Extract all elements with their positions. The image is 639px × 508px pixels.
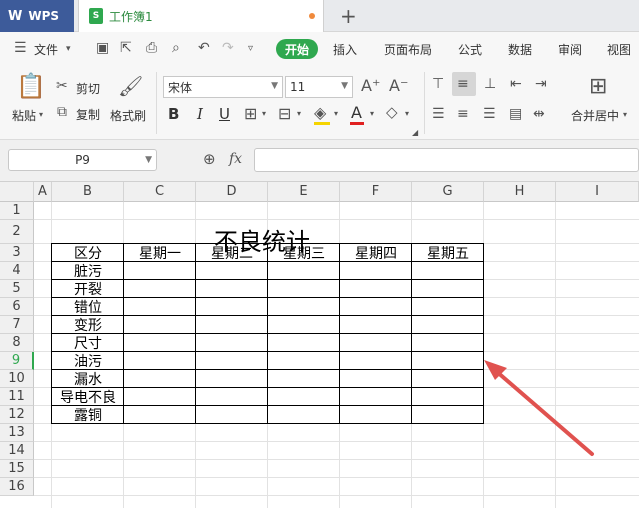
wps-logo-icon: W (8, 8, 23, 24)
font-color-swatch (350, 122, 364, 125)
menu-bar: ☰ 文件 ▾ ▣ ⇱ ⎙ ⌕ ↶ ↷ ▿ 开始 插入 页面布局 公式 数据 审阅… (0, 32, 639, 66)
paste-button[interactable]: 粘贴 (12, 107, 36, 124)
menu-tab-data[interactable]: 数据 (508, 41, 532, 58)
export-icon[interactable]: ⇱ (120, 40, 132, 56)
distributed-align-icon[interactable]: ⇹ (533, 106, 545, 122)
menu-tab-formulas[interactable]: 公式 (458, 41, 482, 58)
copy-icon[interactable]: ⧉ (57, 104, 67, 120)
wps-home-tab[interactable]: W WPS (0, 0, 74, 32)
font-color-dropdown-icon[interactable]: ▾ (370, 109, 374, 118)
underline-button[interactable]: U (219, 105, 230, 123)
redo-icon[interactable]: ↷ (222, 40, 234, 56)
font-dialog-launcher-icon[interactable]: ◢ (412, 128, 418, 137)
new-tab-button[interactable]: + (340, 4, 357, 28)
menu-tab-home[interactable]: 开始 (276, 39, 318, 59)
ribbon-separator (156, 72, 157, 134)
ribbon-separator (424, 72, 425, 134)
decrease-font-icon[interactable]: A⁻ (389, 76, 408, 95)
align-right-icon[interactable]: ☰ (483, 106, 496, 122)
menu-tab-review[interactable]: 审阅 (558, 41, 582, 58)
align-top-icon[interactable]: ⊤ (432, 76, 444, 92)
italic-button[interactable]: I (197, 105, 203, 123)
cut-button[interactable]: 剪切 (76, 80, 100, 97)
font-name-select[interactable]: 宋体 ▼ (163, 76, 283, 98)
chevron-down-icon: ▼ (341, 81, 348, 91)
format-painter-button[interactable]: 格式刷 (110, 107, 146, 124)
font-size-value: 11 (290, 80, 306, 94)
menu-tab-view[interactable]: 视图 (607, 41, 631, 58)
undo-icon[interactable]: ↶ (198, 40, 210, 56)
format-painter-icon[interactable]: 🖌 (118, 74, 143, 98)
file-dropdown-icon[interactable]: ▾ (66, 44, 71, 54)
clear-format-dropdown-icon[interactable]: ▾ (405, 109, 409, 118)
paste-dropdown-icon[interactable]: ▾ (39, 110, 43, 119)
document-tab[interactable]: S 工作簿1 (78, 0, 324, 32)
align-left-icon[interactable]: ☰ (432, 106, 445, 122)
menu-tab-insert[interactable]: 插入 (333, 41, 357, 58)
fill-color-dropdown-icon[interactable]: ▾ (334, 109, 338, 118)
menu-tab-page-layout[interactable]: 页面布局 (384, 41, 432, 58)
increase-font-icon[interactable]: A⁺ (361, 76, 380, 95)
print-icon[interactable]: ⎙ (146, 40, 157, 56)
unsaved-dot-icon (309, 13, 315, 19)
conditional-format-dropdown-icon[interactable]: ▾ (297, 109, 301, 118)
zoom-icon[interactable]: ⊕ (203, 150, 216, 168)
file-menu[interactable]: 文件 (34, 41, 58, 58)
chevron-down-icon: ▼ (145, 155, 152, 165)
chevron-down-icon: ▼ (271, 81, 278, 91)
decrease-indent-icon[interactable]: ⇤ (510, 76, 522, 92)
spreadsheet-doc-icon: S (89, 8, 103, 24)
font-name-value: 宋体 (168, 80, 193, 95)
ribbon-toolbar: 📋 粘贴 ▾ ✂ 剪切 ⧉ 复制 🖌 格式刷 宋体 ▼ 11 ▼ A⁺ A⁻ B… (0, 66, 639, 140)
function-fx-button[interactable]: fx (229, 151, 242, 167)
copy-button[interactable]: 复制 (76, 106, 100, 123)
font-color-icon[interactable]: A (351, 103, 362, 122)
borders-dropdown-icon[interactable]: ▾ (262, 109, 266, 118)
fill-color-icon[interactable]: ◈ (314, 103, 326, 122)
title-bar: W WPS S 工作簿1 + (0, 0, 639, 32)
conditional-format-icon[interactable]: ⊟ (278, 104, 291, 123)
merge-center-button[interactable]: 合并居中 (571, 107, 619, 124)
paste-icon[interactable]: 📋 (16, 72, 46, 100)
print-preview-icon[interactable]: ⌕ (172, 40, 180, 56)
save-icon[interactable]: ▣ (96, 40, 109, 56)
align-bottom-icon[interactable]: ⊥ (484, 76, 496, 92)
arrow-shaft (494, 369, 594, 456)
customize-toolbar-icon[interactable]: ▿ (248, 43, 253, 54)
name-box[interactable]: P9 ▼ (8, 149, 157, 171)
cut-icon[interactable]: ✂ (56, 78, 68, 94)
hamburger-menu-icon[interactable]: ☰ (14, 40, 27, 56)
borders-icon[interactable]: ⊞ (244, 104, 257, 123)
wps-label: WPS (28, 9, 60, 23)
align-middle-icon[interactable]: ≡ (457, 76, 469, 92)
annotation-arrow (484, 360, 594, 456)
bold-button[interactable]: B (168, 105, 179, 123)
align-center-icon[interactable]: ≡ (457, 106, 469, 122)
cell-reference: P9 (75, 153, 90, 167)
merge-center-icon[interactable]: ⊞ (589, 74, 607, 99)
justify-icon[interactable]: ▤ (509, 106, 522, 122)
formula-input[interactable] (254, 148, 639, 172)
increase-indent-icon[interactable]: ⇥ (535, 76, 547, 92)
spreadsheet-grid[interactable]: ABCDEFGHI 1 2 3 4 5 6 7 8 9 10 11 12 13 14 15 16 不良统计 区… (0, 182, 639, 508)
font-size-select[interactable]: 11 ▼ (285, 76, 353, 98)
clear-format-icon[interactable]: ◇ (386, 103, 398, 121)
merge-center-dropdown-icon[interactable]: ▾ (623, 110, 627, 119)
document-tab-label: 工作簿1 (109, 9, 153, 24)
formula-bar: P9 ▼ ⊕ fx (0, 140, 639, 182)
fill-color-swatch (314, 122, 330, 125)
